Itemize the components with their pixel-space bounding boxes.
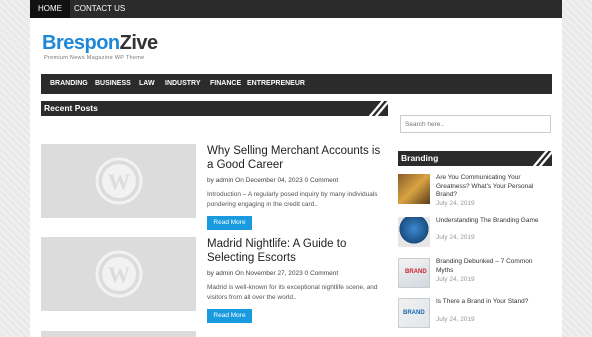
branding-heading: Branding (398, 151, 552, 166)
post-excerpt: Madrid is well-known for its exceptional… (207, 284, 378, 301)
post-meta: by admin On November 27, 2023 0 Comment (207, 270, 339, 277)
top-navigation-bar: HOME CONTACT US (30, 0, 562, 18)
recent-posts-heading-text: Recent Posts (44, 103, 98, 113)
nav-item-finance[interactable]: FINANCE (210, 74, 241, 94)
nav-item-branding[interactable]: BRANDING (50, 74, 88, 94)
sidebar-post-date: July 24, 2019 (436, 316, 475, 323)
read-more-button[interactable]: Read More (207, 309, 252, 323)
site-logo[interactable]: BresponZive (42, 32, 158, 55)
brand-word-graphic: BRAND (403, 310, 425, 316)
branding-heading-text: Branding (401, 153, 439, 163)
top-nav-home-link[interactable]: HOME (30, 0, 70, 18)
sidebar-post-thumbnail[interactable] (398, 217, 430, 247)
sidebar-post-thumbnail[interactable]: BRAND (398, 258, 430, 288)
sidebar-post-date: July 24, 2019 (436, 200, 475, 207)
sidebar-post-thumbnail[interactable]: BRAND (398, 298, 430, 328)
post-thumbnail[interactable]: W (41, 237, 196, 311)
logo-part-1: Brespon (42, 32, 120, 54)
nav-item-industry[interactable]: INDUSTRY (165, 74, 201, 94)
nav-item-entrepreneur[interactable]: ENTREPRENEUR (247, 74, 305, 94)
logo-part-2: Zive (119, 32, 159, 54)
sidebar-post-item: BRAND Branding Debunked – 7 Common Myths… (398, 258, 553, 290)
sidebar-post-title[interactable]: Is There a Brand in Your Stand? (436, 298, 551, 307)
post-card: W Madrid Nightlife: A Guide to Selecting… (41, 237, 391, 327)
wordpress-logo-icon: W (95, 157, 142, 205)
search-input[interactable] (400, 115, 551, 133)
wordpress-logo-icon: W (95, 250, 142, 298)
sidebar-post-item: Are You Communicating Your Greatness? Wh… (398, 174, 553, 207)
nav-item-business[interactable]: BUSINESS (95, 74, 131, 94)
svg-text:W: W (108, 169, 130, 194)
sidebar-post-title[interactable]: Understanding The Branding Game (436, 217, 551, 226)
post-thumbnail[interactable] (41, 331, 196, 337)
sidebar-post-title[interactable]: Branding Debunked – 7 Common Myths (436, 258, 551, 275)
sidebar-post-item: Understanding The Branding Game July 24,… (398, 217, 553, 249)
sidebar-post-title[interactable]: Are You Communicating Your Greatness? Wh… (436, 174, 551, 200)
brand-word-graphic: BRAND (405, 269, 427, 275)
post-title[interactable]: Why Selling Merchant Accounts is a Good … (207, 144, 389, 172)
category-navigation: BRANDING BUSINESS LAW INDUSTRY FINANCE E… (41, 74, 552, 94)
post-excerpt: Introduction – A regularly posed inquiry… (207, 191, 378, 208)
sidebar-post-thumbnail[interactable] (398, 174, 430, 204)
recent-posts-heading: Recent Posts (41, 101, 388, 116)
sidebar-post-item: BRAND Is There a Brand in Your Stand? Ju… (398, 298, 553, 330)
svg-text:W: W (108, 262, 130, 287)
post-thumbnail[interactable]: W (41, 144, 196, 218)
sidebar-post-date: July 24, 2019 (436, 234, 475, 241)
post-meta: by admin On December 04, 2023 0 Comment (207, 177, 339, 184)
read-more-button[interactable]: Read More (207, 216, 252, 230)
nav-item-law[interactable]: LAW (139, 74, 155, 94)
sidebar-post-date: July 24, 2019 (436, 276, 475, 283)
site-tagline: Premium News Magazine WP Theme (44, 55, 145, 61)
post-title[interactable]: Madrid Nightlife: A Guide to Selecting E… (207, 237, 389, 265)
post-card: W Why Selling Merchant Accounts is a Goo… (41, 144, 391, 234)
top-nav-contact-link[interactable]: CONTACT US (66, 0, 133, 18)
page-container: BresponZive Premium News Magazine WP The… (30, 18, 562, 337)
